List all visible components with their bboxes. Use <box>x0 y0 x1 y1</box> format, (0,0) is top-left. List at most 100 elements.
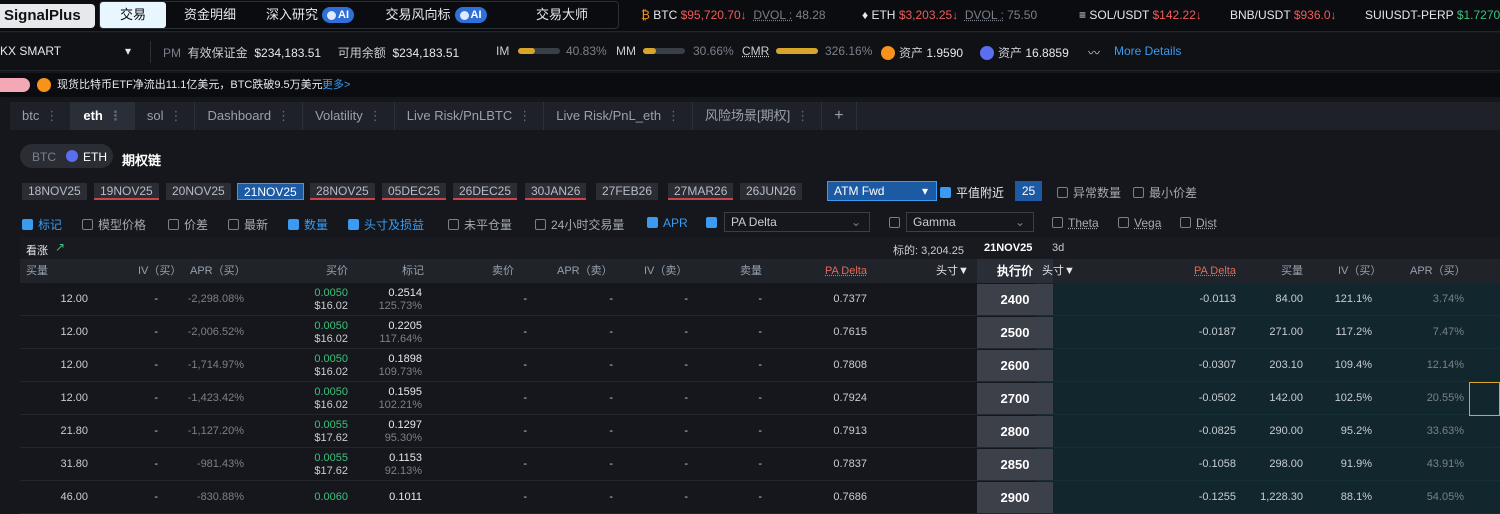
tab-dashboard[interactable]: Dashboard ⋮ <box>195 102 304 130</box>
more-vert-icon[interactable]: ⋮ <box>667 108 680 123</box>
tab-live-risk-btc[interactable]: Live Risk/PnLBTC ⋮ <box>395 102 545 130</box>
tab-live-risk-eth[interactable]: Live Risk/PnL_eth ⋮ <box>544 102 694 130</box>
tab-eth[interactable]: eth ⋮ <box>71 102 135 130</box>
abnormal-qty-checkbox[interactable]: 异常数量 <box>1057 184 1121 201</box>
news-headline[interactable]: 现货比特币ETF净流出11.1亿美元，BTC跌破9.5万美元 <box>57 73 323 97</box>
col-header[interactable]: 买量 <box>1281 259 1303 283</box>
bid-price-cell[interactable]: 0.0050 <box>314 353 348 365</box>
expiry-chip[interactable]: 18NOV25 <box>22 183 87 200</box>
nav-signal[interactable]: 交易风向标 AI <box>366 2 506 28</box>
col-header-sortable[interactable]: 头寸▼ <box>1042 259 1075 283</box>
col-header[interactable]: APR（卖） <box>557 259 613 283</box>
more-vert-icon[interactable]: ⋮ <box>518 108 531 123</box>
brand-logo[interactable]: SignalPlus <box>0 4 95 28</box>
vega-checkbox[interactable]: Vega <box>1118 216 1161 230</box>
col-header[interactable]: APR（买） <box>190 259 246 283</box>
dist-checkbox[interactable]: Dist <box>1180 216 1217 230</box>
coin-btc-option[interactable]: BTC <box>32 150 56 164</box>
bid-price-cell[interactable]: 0.0050 <box>314 320 348 332</box>
tab-sol[interactable]: sol ⋮ <box>135 102 196 130</box>
col-mark-checkbox[interactable]: 标记 <box>22 216 62 233</box>
ticker-sui[interactable]: SUIUSDT-PERP $1.7270 <box>1365 8 1500 22</box>
more-vert-icon[interactable]: ⋮ <box>369 108 382 123</box>
nav-master[interactable]: 交易大师 <box>506 2 618 28</box>
col-spread-checkbox[interactable]: 价差 <box>168 216 208 233</box>
more-vert-icon[interactable]: ⋮ <box>45 108 58 123</box>
col-header-sortable[interactable]: 头寸▼ <box>936 259 969 283</box>
greek2-select[interactable]: Gamma ⌄ <box>906 212 1034 232</box>
ticker-btc[interactable]: ₿ BTC $95,720.70↓ DVOL : 48.28 <box>641 8 826 22</box>
col-apr-checkbox[interactable]: APR <box>647 216 688 230</box>
col-header[interactable]: IV（买） <box>138 259 181 283</box>
ticker-eth[interactable]: ♦ ETH $3,203.25↓ DVOL : 75.50 <box>862 8 1037 22</box>
table-row[interactable]: 31.80 - -981.43% 0.0055 $17.62 0.1153 92.13% - -… <box>20 448 1500 481</box>
col-header[interactable]: PA Delta <box>825 259 867 283</box>
strike-cell[interactable]: 2800 <box>977 416 1053 447</box>
greek2-checkbox[interactable] <box>889 216 905 230</box>
greek1-checkbox[interactable] <box>706 216 722 230</box>
col-header[interactable]: 标记 <box>402 259 424 283</box>
table-row[interactable]: 12.00 - -2,298.08% 0.0050 $16.02 0.2514 125.73… <box>20 283 1500 316</box>
strike-cell[interactable]: 2500 <box>977 317 1053 348</box>
col-header[interactable]: 卖量 <box>740 259 762 283</box>
col-header[interactable]: IV（卖） <box>644 259 687 283</box>
more-vert-icon[interactable]: ⋮ <box>796 108 809 123</box>
col-header[interactable]: 卖价 <box>492 259 514 283</box>
tab-volatility[interactable]: Volatility ⋮ <box>303 102 395 130</box>
atm-select[interactable]: ATM Fwd ▾ <box>827 181 937 201</box>
bid-price-cell[interactable]: 0.0050 <box>314 287 348 299</box>
col-last-checkbox[interactable]: 最新 <box>228 216 268 233</box>
expiry-chip[interactable]: 26DEC25 <box>453 183 518 200</box>
table-row[interactable]: 12.00 - -2,006.52% 0.0050 $16.02 0.2205 117.64… <box>20 316 1500 349</box>
expiry-chip[interactable]: 05DEC25 <box>382 183 447 200</box>
account-select[interactable]: KX SMART ▾ <box>0 44 131 58</box>
coin-eth-option[interactable]: ETH <box>83 150 107 164</box>
nav-research[interactable]: 深入研究 AI <box>254 2 366 28</box>
col-24h-volume-checkbox[interactable]: 24小时交易量 <box>535 216 624 233</box>
strike-cell[interactable]: 2900 <box>977 482 1053 513</box>
strike-cell[interactable]: 2700 <box>977 383 1053 414</box>
table-row[interactable]: 21.80 - -1,127.20% 0.0055 $17.62 0.1297 95.30%… <box>20 415 1500 448</box>
ticker-bnb[interactable]: BNB/USDT $936.0↓ <box>1230 8 1337 22</box>
nav-trade[interactable]: 交易 <box>100 2 166 28</box>
greek1-select[interactable]: PA Delta ⌄ <box>724 212 870 232</box>
theta-checkbox[interactable]: Theta <box>1052 216 1099 230</box>
expiry-chip-selected[interactable]: 21NOV25 <box>237 183 304 200</box>
news-more-link[interactable]: 更多> <box>322 73 350 97</box>
col-qty-checkbox[interactable]: 数量 <box>288 216 328 233</box>
more-details-link[interactable]: More Details <box>1114 44 1181 58</box>
expiry-chip[interactable]: 30JAN26 <box>525 183 587 200</box>
expiry-chip[interactable]: 26JUN26 <box>740 183 803 200</box>
more-vert-icon[interactable]: ⋮ <box>109 108 122 123</box>
add-tab-button[interactable]: + <box>822 102 857 130</box>
more-vert-icon[interactable]: ⋮ <box>169 108 182 123</box>
near-atm-count-input[interactable]: 25 <box>1015 181 1042 201</box>
tab-risk-scenario[interactable]: 风险场景[期权] ⋮ <box>693 102 823 130</box>
bid-price-cell[interactable]: 0.0050 <box>314 386 348 398</box>
expiry-chip[interactable]: 20NOV25 <box>166 183 231 200</box>
table-row[interactable]: 46.00 - -830.88% 0.0060 0.1011 - - - - 0.7686 2900… <box>20 481 1500 514</box>
col-oi-checkbox[interactable]: 未平仓量 <box>448 216 512 233</box>
strike-cell[interactable]: 2600 <box>977 350 1053 381</box>
strike-cell[interactable]: 2850 <box>977 449 1053 480</box>
expiry-chip[interactable]: 19NOV25 <box>94 183 159 200</box>
expiry-chip[interactable]: 27FEB26 <box>596 183 659 200</box>
col-model-checkbox[interactable]: 模型价格 <box>82 216 146 233</box>
nav-funds[interactable]: 资金明细 <box>166 2 254 28</box>
strike-cell[interactable]: 2400 <box>977 284 1053 315</box>
tab-btc[interactable]: btc ⋮ <box>10 102 72 130</box>
col-header[interactable]: IV（买） <box>1338 259 1381 283</box>
min-spread-checkbox[interactable]: 最小价差 <box>1133 184 1197 201</box>
bid-price-cell[interactable]: 0.0055 <box>314 419 348 431</box>
table-row[interactable]: 12.00 - -1,714.97% 0.0050 $16.02 0.1898 109.73… <box>20 349 1500 382</box>
bid-price-cell[interactable]: 0.0055 <box>314 452 348 464</box>
expiry-chip[interactable]: 28NOV25 <box>310 183 375 200</box>
col-header[interactable]: 买价 <box>326 259 348 283</box>
bid-price-cell[interactable]: 0.0060 <box>314 491 348 503</box>
ticker-sol[interactable]: ≡ SOL/USDT $142.22↓ <box>1079 8 1202 22</box>
col-header[interactable]: 买量 <box>26 259 48 283</box>
col-header[interactable]: PA Delta <box>1194 259 1236 283</box>
table-row[interactable]: 12.00 - -1,423.42% 0.0050 $16.02 0.1595 102.21… <box>20 382 1500 415</box>
expiry-chip[interactable]: 27MAR26 <box>668 183 734 200</box>
col-header[interactable]: APR（买） <box>1410 259 1466 283</box>
